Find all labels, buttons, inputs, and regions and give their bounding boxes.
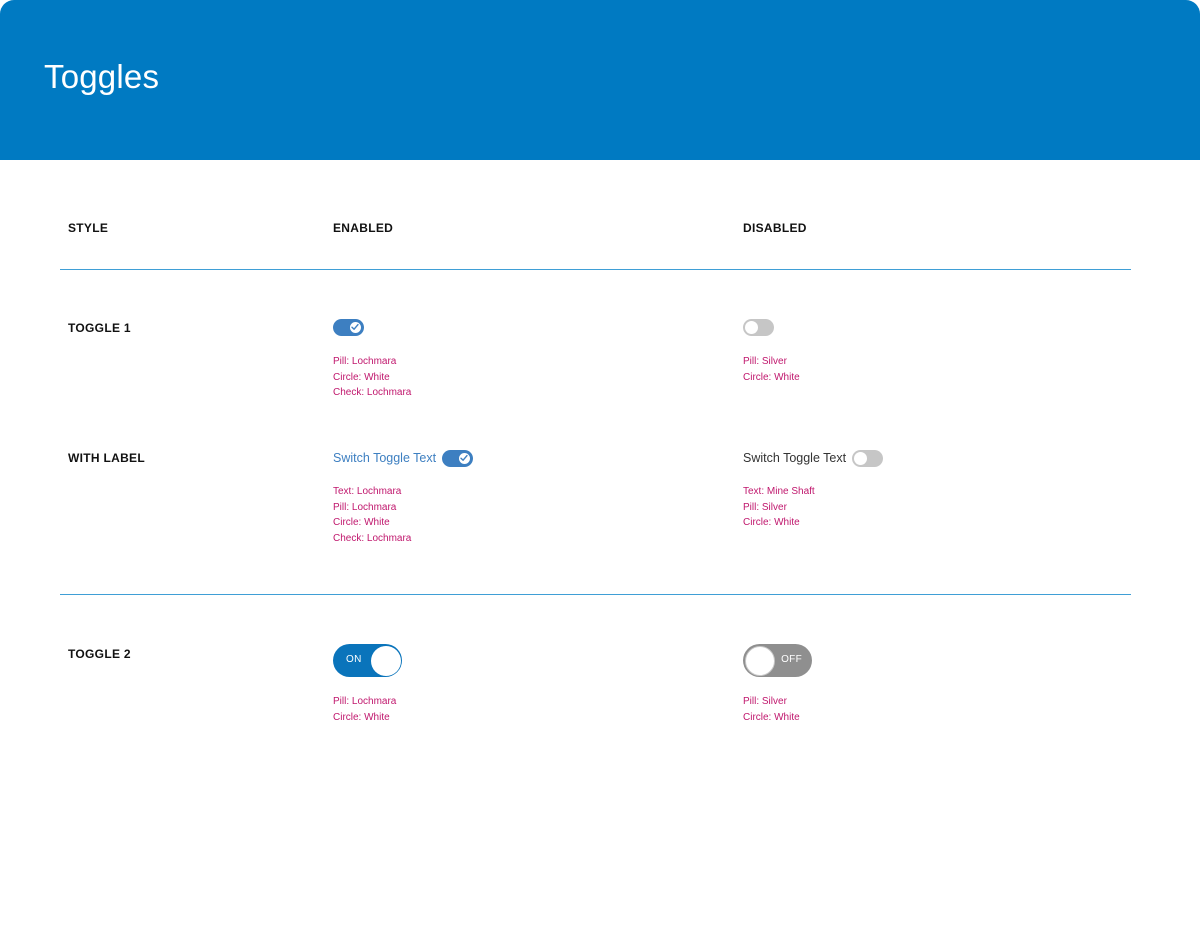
row-label-toggle-2: TOGGLE 2 bbox=[68, 647, 131, 661]
spec-line: Pill: Silver bbox=[743, 501, 787, 513]
row-label-toggle-1: TOGGLE 1 bbox=[68, 321, 131, 335]
spec-line: Pill: Silver bbox=[743, 356, 787, 367]
check-icon bbox=[351, 323, 359, 330]
toggle-with-label-enabled[interactable] bbox=[442, 450, 473, 467]
spec-line: Check: Lochmara bbox=[333, 532, 412, 544]
spec-line: Text: Mine Shaft bbox=[743, 486, 815, 497]
spec-line: Pill: Lochmara bbox=[333, 356, 397, 367]
spec-line: Circle: White bbox=[743, 517, 800, 528]
toggle-1-disabled bbox=[743, 319, 774, 336]
spec-line: Circle: White bbox=[333, 711, 390, 723]
toggle-state-label: ON bbox=[346, 654, 362, 665]
toggle-1-enabled[interactable] bbox=[333, 319, 364, 336]
switch-toggle-text-enabled[interactable]: Switch Toggle Text bbox=[333, 451, 436, 465]
page-title: Toggles bbox=[44, 58, 160, 95]
spec-line: Pill: Lochmara bbox=[333, 501, 397, 513]
toggle-2-enabled[interactable]: ON bbox=[333, 644, 402, 677]
spec-line: Circle: White bbox=[743, 711, 800, 723]
column-header-style: STYLE bbox=[68, 221, 109, 235]
page-header: Toggles bbox=[0, 0, 1200, 160]
spec-with-label-disabled: Text: Mine Shaft Pill: Silver Circle: Wh… bbox=[743, 484, 815, 531]
spec-line: Pill: Silver bbox=[743, 696, 787, 707]
spec-line: Check: Lochmara bbox=[333, 387, 412, 398]
toggle-knob bbox=[458, 452, 471, 465]
divider bbox=[60, 594, 1131, 595]
spec-toggle-1-disabled: Pill: Silver Circle: White bbox=[743, 354, 800, 385]
column-header-disabled: DISABLED bbox=[743, 221, 807, 235]
check-icon bbox=[460, 454, 468, 461]
spec-toggle-1-enabled: Pill: Lochmara Circle: White Check: Loch… bbox=[333, 354, 411, 401]
spec-line: Circle: White bbox=[333, 517, 390, 528]
spec-with-label-enabled: Text: Lochmara Pill: Lochmara Circle: Wh… bbox=[333, 484, 411, 546]
spec-line: Circle: White bbox=[333, 371, 390, 383]
spec-toggle-2-disabled: Pill: Silver Circle: White bbox=[743, 694, 800, 725]
toggle-knob bbox=[370, 645, 401, 676]
toggle-state-label: OFF bbox=[781, 654, 802, 665]
row-label-with-label: WITH LABEL bbox=[68, 451, 145, 465]
switch-toggle-text-disabled: Switch Toggle Text bbox=[743, 451, 847, 465]
spec-line: Text: Lochmara bbox=[333, 486, 402, 497]
toggle-2-disabled: OFF bbox=[743, 644, 812, 677]
toggle-knob bbox=[349, 321, 362, 334]
spec-line: Circle: White bbox=[743, 371, 800, 383]
toggle-with-label-disabled bbox=[852, 450, 883, 467]
divider bbox=[60, 269, 1131, 270]
column-header-enabled: ENABLED bbox=[333, 221, 394, 235]
spec-line: Pill: Lochmara bbox=[333, 696, 397, 707]
toggle-knob bbox=[745, 321, 758, 334]
spec-toggle-2-enabled: Pill: Lochmara Circle: White bbox=[333, 694, 396, 725]
toggle-knob bbox=[744, 645, 775, 676]
toggle-knob bbox=[854, 452, 867, 465]
